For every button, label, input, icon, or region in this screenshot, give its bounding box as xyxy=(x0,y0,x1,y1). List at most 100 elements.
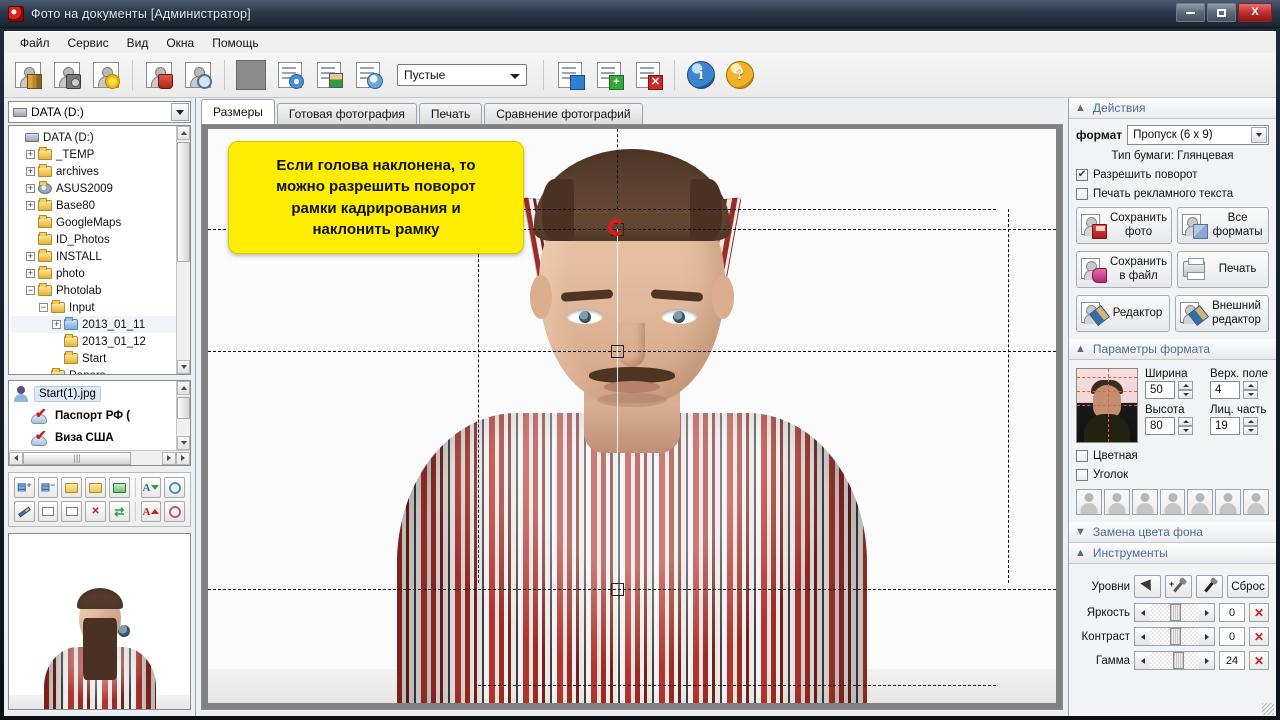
tree-toggle-icon[interactable]: + xyxy=(26,167,35,176)
tab-finished-photo[interactable]: Готовая фотография xyxy=(276,103,417,124)
tools-section-header[interactable]: ▲ Инструменты xyxy=(1069,543,1276,564)
sort-name-desc-button[interactable]: A xyxy=(140,501,162,522)
file-scroll-right-button[interactable] xyxy=(162,451,176,465)
format-combo[interactable]: Пропуск (6 x 9) xyxy=(1127,125,1269,145)
width-input[interactable]: 50 xyxy=(1145,381,1175,399)
pose-preset-3[interactable] xyxy=(1131,489,1158,515)
menu-service[interactable]: Сервис xyxy=(60,33,117,53)
tree-item-archives[interactable]: + archives xyxy=(11,163,190,180)
open-folder-button[interactable] xyxy=(61,477,83,498)
file-list-scrollbar[interactable] xyxy=(176,381,190,450)
order-delete-button[interactable]: ✕ xyxy=(630,57,666,93)
list-item[interactable]: Паспорт РФ ( xyxy=(9,405,190,427)
file-scroll-up-button[interactable] xyxy=(177,381,190,395)
allow-rotate-row[interactable]: Разрешить поворот xyxy=(1076,169,1269,181)
tree-item-start[interactable]: Start xyxy=(11,350,190,367)
order-select-button[interactable] xyxy=(552,57,588,93)
contrast-thumb[interactable] xyxy=(1169,628,1181,645)
editor-button[interactable]: Редактор xyxy=(1076,295,1170,332)
tree-toggle-icon[interactable]: + xyxy=(26,150,35,159)
color-row[interactable]: Цветная xyxy=(1076,450,1269,462)
height-stepper[interactable] xyxy=(1178,417,1193,435)
tree-item-asus2009[interactable]: + ASUS2009 xyxy=(11,180,190,197)
face-part-field[interactable]: 19 xyxy=(1210,417,1269,435)
face-part-input[interactable]: 19 xyxy=(1210,417,1240,435)
brightness-track[interactable] xyxy=(1150,604,1199,621)
tree-toggle-icon[interactable]: − xyxy=(39,303,48,312)
pose-preset-7[interactable] xyxy=(1243,489,1270,515)
black-point-picker-button[interactable] xyxy=(1196,575,1223,598)
top-margin-stepper[interactable] xyxy=(1243,381,1258,399)
thumbnail-preview[interactable] xyxy=(8,533,191,710)
sort-date-asc-button[interactable] xyxy=(164,477,186,498)
tree-toggle-icon[interactable]: + xyxy=(26,252,35,261)
export-folder-button[interactable] xyxy=(108,477,130,498)
file-list-hscrollbar[interactable]: ||| xyxy=(9,450,190,465)
crop-handle-eyes[interactable] xyxy=(611,345,624,358)
brightness-reset-button[interactable]: ✕ xyxy=(1249,603,1269,622)
undo-crop-button[interactable] xyxy=(37,501,59,522)
delete-crop-button[interactable]: ✕ xyxy=(85,501,106,522)
tree-item-_temp[interactable]: + _TEMP xyxy=(11,146,190,163)
refresh-button[interactable]: ⇄ xyxy=(108,501,130,522)
pointer-tool-button[interactable] xyxy=(1134,575,1161,598)
file-list[interactable]: Start(1).jpgПаспорт РФ (Виза СШАStart.jp… xyxy=(8,380,191,466)
gamma-slider[interactable] xyxy=(1134,651,1215,670)
order-combo[interactable]: Пустые xyxy=(397,64,527,86)
reset-levels-button[interactable]: Сброс xyxy=(1227,575,1269,598)
tree-item-photo[interactable]: + photo xyxy=(11,265,190,282)
sort-name-asc-button[interactable]: A xyxy=(140,477,162,498)
contrast-increase-button[interactable] xyxy=(1199,628,1214,645)
file-scroll-end-button[interactable] xyxy=(176,451,190,465)
all-formats-button[interactable]: Все форматы xyxy=(1177,207,1269,244)
top-margin-input[interactable]: 4 xyxy=(1210,381,1240,399)
open-photo-button[interactable] xyxy=(10,57,46,93)
photo-canvas[interactable]: Если голова наклонена, то можно разрешит… xyxy=(208,129,1056,703)
tree-item-photolab[interactable]: − Photolab xyxy=(11,282,190,299)
file-scroll-thumb[interactable] xyxy=(177,397,190,419)
tree-item-papers[interactable]: Papers xyxy=(11,367,190,374)
file-hscroll-thumb[interactable]: ||| xyxy=(23,451,131,465)
tree-item-base80[interactable]: + Base80 xyxy=(11,197,190,214)
width-stepper[interactable] xyxy=(1178,381,1193,399)
gamma-reset-button[interactable]: ✕ xyxy=(1249,651,1269,670)
tree-item-input[interactable]: − Input xyxy=(11,299,190,316)
external-editor-button[interactable]: Внешний редактор xyxy=(1175,295,1269,332)
tree-item-2013_01_11[interactable]: +2013_01_11 xyxy=(11,316,190,333)
format-params-section-header[interactable]: ▲ Параметры формата xyxy=(1069,339,1276,360)
redo-crop-button[interactable] xyxy=(61,501,83,522)
print-ad-text-checkbox[interactable] xyxy=(1076,188,1088,200)
pose-preset-1[interactable] xyxy=(1076,489,1102,515)
tree-item-googlemaps[interactable]: GoogleMaps xyxy=(11,214,190,231)
tab-compare-photos[interactable]: Сравнение фотографий xyxy=(484,103,643,124)
tree-item-data-d-[interactable]: DATA (D:) xyxy=(11,129,190,146)
list-item[interactable]: Виза США xyxy=(9,427,190,449)
capture-photo-button[interactable] xyxy=(49,57,85,93)
resize-grip[interactable] xyxy=(1262,703,1274,715)
brightness-thumb[interactable] xyxy=(1169,604,1181,621)
minimize-button[interactable] xyxy=(1176,3,1205,22)
tree-toggle-icon[interactable]: − xyxy=(26,286,35,295)
close-button[interactable]: X xyxy=(1238,3,1272,22)
tree-toggle-icon[interactable]: + xyxy=(52,320,61,329)
gamma-thumb[interactable] xyxy=(1172,652,1184,669)
tree-item-install[interactable]: + INSTALL xyxy=(11,248,190,265)
tree-toggle-icon[interactable]: + xyxy=(26,269,35,278)
tree-item-id_photos[interactable]: ID_Photos xyxy=(11,231,190,248)
allow-rotate-checkbox[interactable] xyxy=(1076,169,1088,181)
background-replace-section-header[interactable]: ▼ Замена цвета фона xyxy=(1069,522,1276,543)
order-add-button[interactable]: + xyxy=(591,57,627,93)
client-list-button[interactable] xyxy=(311,57,347,93)
menu-file[interactable]: Файл xyxy=(12,33,58,53)
list-item[interactable]: Start(1).jpg xyxy=(9,383,190,405)
tree-scroll-up-button[interactable] xyxy=(177,126,190,140)
contrast-slider[interactable] xyxy=(1134,627,1215,646)
pose-preset-5[interactable] xyxy=(1187,489,1214,515)
pose-preset-4[interactable] xyxy=(1159,489,1186,515)
contrast-reset-button[interactable]: ✕ xyxy=(1249,627,1269,646)
top-margin-field[interactable]: 4 xyxy=(1210,381,1269,399)
find-photos-button[interactable] xyxy=(180,57,216,93)
help-button[interactable]: ? xyxy=(722,57,758,93)
brightness-slider[interactable] xyxy=(1134,603,1215,622)
pose-preset-6[interactable] xyxy=(1215,489,1242,515)
